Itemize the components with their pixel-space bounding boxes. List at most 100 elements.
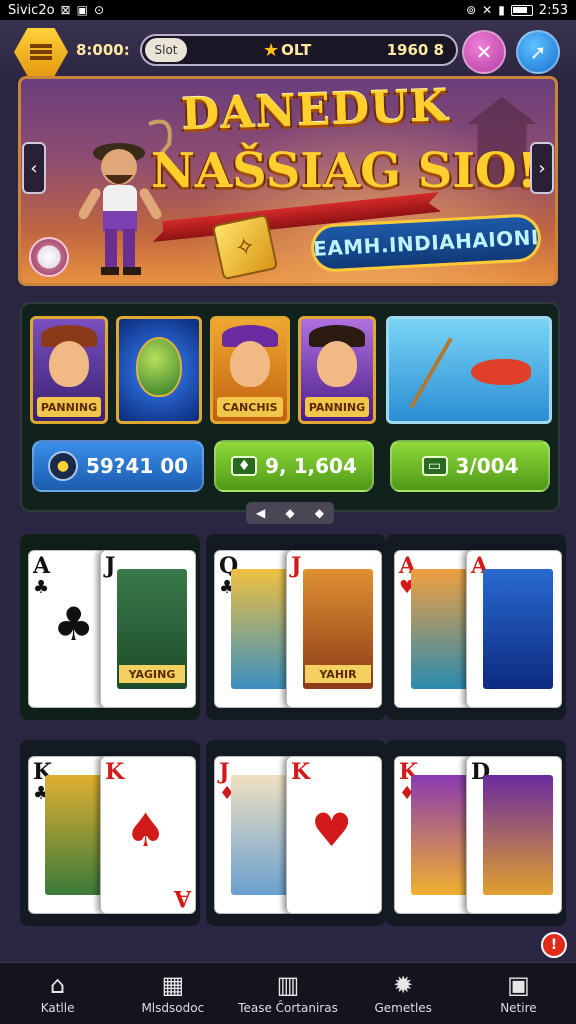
carousel-pager[interactable]: ◀ ◆ ◆: [246, 502, 334, 524]
card-game-tile[interactable]: Q ♣ J YAHIR: [206, 534, 386, 720]
grid-icon: ▦: [161, 970, 185, 999]
card-game-tile[interactable]: A ♣ ♣ J YAGING: [20, 534, 200, 720]
playing-card-face: D: [466, 756, 562, 914]
status-text: Sivic2o: [8, 2, 55, 18]
card-rank: K: [291, 759, 311, 785]
card-rank-bottom: A: [173, 885, 191, 911]
card-artwork: YAHIR: [303, 569, 373, 689]
coin-stat-button[interactable]: ● 59?41 00: [32, 440, 204, 492]
club-suit-icon: ♣: [33, 577, 50, 598]
gear-icon: ✹: [393, 970, 414, 999]
chevron-left-icon: ‹: [30, 157, 38, 179]
nav-item-profile[interactable]: ▣ Netire: [461, 963, 576, 1024]
bottom-nav: ⌂ Katlle ▦ Mlsdsodoc ▥ Tease Ĉortaniras …: [0, 962, 576, 1024]
xp-bar: Slot ★ OLT 1960 8: [140, 34, 458, 66]
game-tile-jester[interactable]: CANCHIS: [210, 316, 290, 424]
nav-label: Netire: [500, 1000, 537, 1015]
alarm-icon: ⊚: [466, 3, 477, 17]
chevron-right-icon: ›: [538, 157, 546, 179]
nav-item-settings[interactable]: ✹ Gemetles: [346, 963, 461, 1024]
close-icon: ✕: [475, 40, 493, 64]
nav-item-map[interactable]: ▥ Tease Ĉortaniras: [230, 963, 345, 1024]
character-face: [49, 341, 89, 387]
top-bar: 8:000: Slot ★ OLT 1960 8 ✕ ➚: [0, 20, 576, 82]
status-bar-right: ⊚ ✕ ▮ 2:53: [466, 3, 568, 18]
notification-badge[interactable]: !: [541, 932, 567, 958]
ticket-stat-value: 3/004: [455, 454, 519, 478]
game-tile-pirate[interactable]: PANNING: [30, 316, 108, 424]
arrow-up-right-icon: ➚: [529, 40, 547, 64]
card-rank: J: [105, 553, 116, 579]
star-icon: ★: [263, 39, 280, 61]
nav-label: Mlsdsodoc: [141, 1000, 205, 1015]
gift-stat-button[interactable]: ♦ 9, 1,604: [214, 440, 374, 492]
card-rank: J: [291, 553, 302, 579]
card-game-tile[interactable]: A ♥ A: [386, 534, 566, 720]
card-artwork: [483, 569, 553, 689]
game-tile-fishing[interactable]: [386, 316, 552, 424]
xp-bar-value: 1960 8: [386, 41, 444, 59]
banner-title-line-2: NAŠSIAG SIO!: [151, 143, 538, 199]
card-rank: K: [105, 759, 125, 785]
playing-card-face: A: [466, 550, 562, 708]
clock: 2:53: [538, 2, 568, 18]
card-artwork: [483, 775, 553, 895]
promo-banner[interactable]: DANEDUK NAŠSIAG SIO! ✧ EAMH.INDIAHAIONI: [18, 76, 558, 286]
dragon-egg-icon: [136, 337, 182, 397]
game-tile-caption: PANNING: [305, 397, 369, 417]
coin-balance: 8:000:: [76, 41, 130, 59]
banner-next-button[interactable]: ›: [530, 142, 554, 194]
playing-card-face: J YAHIR: [286, 550, 382, 708]
game-tile-caption: PANNING: [37, 397, 101, 417]
coin-stat-value: 59?41 00: [85, 454, 189, 478]
menu-icon: [30, 44, 52, 60]
nav-item-games[interactable]: ▦ Mlsdsodoc: [115, 963, 230, 1024]
banner-prev-button[interactable]: ‹: [22, 142, 46, 194]
game-tile-egg[interactable]: [116, 316, 202, 424]
notification-icon: ⊠: [60, 3, 71, 17]
bonus-wheel-icon[interactable]: [29, 237, 69, 277]
pager-next-icon[interactable]: ◆: [315, 506, 324, 520]
heart-pip-icon: ♥: [311, 803, 353, 857]
home-icon: ⌂: [49, 970, 66, 999]
card-art-label: YAGING: [119, 665, 185, 683]
mute-icon: ✕: [482, 3, 493, 17]
frame-icon: ▣: [507, 970, 530, 999]
pager-dot-icon: ◆: [285, 506, 295, 520]
card-game-tile[interactable]: K ♦ D: [386, 740, 566, 926]
fishing-rod-icon: [409, 337, 453, 409]
share-button[interactable]: ➚: [516, 30, 560, 74]
game-tile-cowboy[interactable]: PANNING: [298, 316, 376, 424]
menu-button[interactable]: [14, 28, 68, 76]
pager-prev-icon[interactable]: ◀: [256, 506, 265, 520]
featured-games-panel: PANNING CANCHIS PANNING ● 59?41 00 ♦ 9, …: [20, 302, 560, 512]
gift-icon: ♦: [231, 456, 258, 476]
status-bar-left: Sivic2o ⊠ ▣ ⊙: [8, 3, 104, 18]
character-face: [317, 341, 357, 387]
banner-title-line-1: DANEDUK: [180, 80, 450, 141]
card-game-tile[interactable]: J ♦ K ♥: [206, 740, 386, 926]
club-pip-icon: ♣: [53, 597, 95, 651]
map-icon: ▥: [276, 970, 300, 999]
nav-item-home[interactable]: ⌂ Katlle: [0, 963, 115, 1024]
signal-icon: ▮: [498, 3, 505, 17]
gift-stat-value: 9, 1,604: [265, 454, 357, 478]
game-tile-caption: CANCHIS: [217, 397, 283, 417]
status-bar: Sivic2o ⊠ ▣ ⊙ ⊚ ✕ ▮ 2:53: [0, 0, 576, 20]
close-icon-button[interactable]: ✕: [462, 30, 506, 74]
playing-card-face: K ♠ A: [100, 756, 196, 914]
card-rank: A: [33, 553, 51, 579]
ticket-icon: ▭: [421, 456, 448, 476]
spade-pip-icon: ♠: [125, 803, 167, 857]
card-art-label: YAHIR: [305, 665, 371, 683]
playing-card-face: K ♥: [286, 756, 382, 914]
nav-label: Katlle: [40, 1000, 75, 1015]
playing-card-face: J YAGING: [100, 550, 196, 708]
card-game-tile[interactable]: K ♣ K ♠ A: [20, 740, 200, 926]
nav-label: Tease Ĉortaniras: [238, 1000, 338, 1015]
character-face: [230, 341, 270, 387]
sync-icon: ⊙: [93, 3, 105, 17]
battery-icon: [510, 4, 533, 16]
coin-icon: ●: [47, 451, 78, 481]
ticket-stat-button[interactable]: ▭ 3/004: [390, 440, 550, 492]
